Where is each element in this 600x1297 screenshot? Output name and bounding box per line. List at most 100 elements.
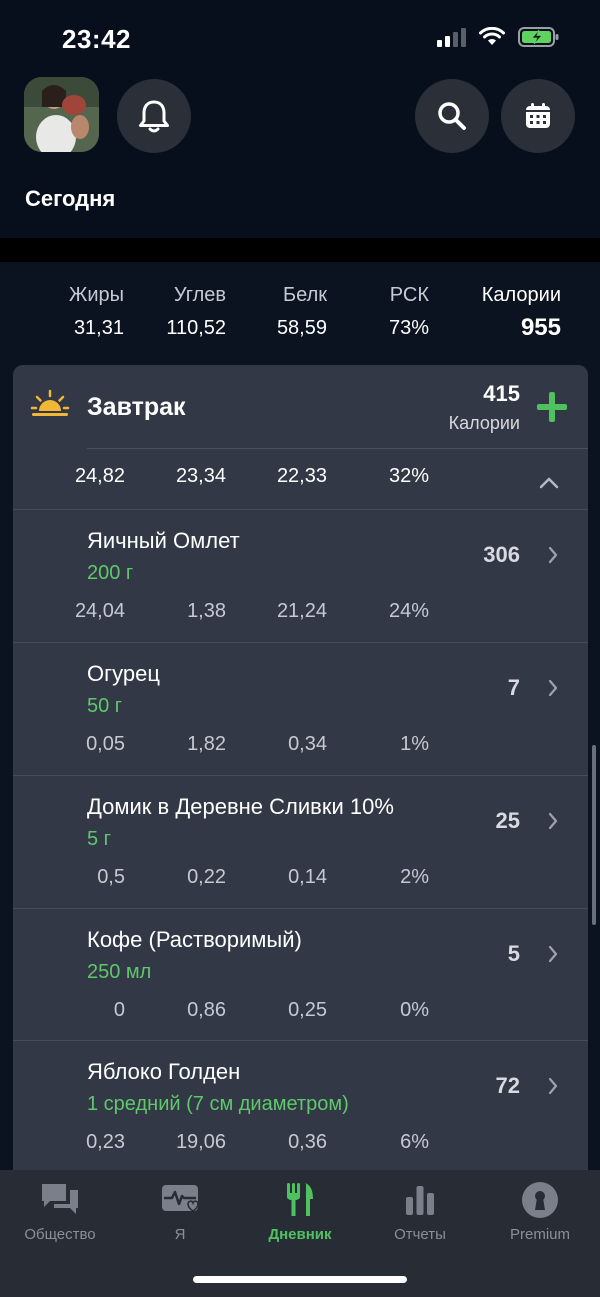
- cellular-signal-icon: [437, 27, 466, 47]
- tab-label: Общество: [24, 1226, 96, 1243]
- food-portion: 1 средний (7 см диаметром): [87, 1093, 349, 1115]
- totals-carbs-value: 110,52: [166, 317, 226, 339]
- food-fat: 0,05: [86, 733, 125, 755]
- food-item[interactable]: Домик в Деревне Сливки 10% 5 г 25 0,5 0,…: [13, 775, 588, 908]
- food-protein: 0,25: [288, 999, 327, 1021]
- header-divider: [0, 238, 600, 262]
- food-rdi: 6%: [400, 1131, 429, 1153]
- keyhole-icon: [520, 1180, 560, 1220]
- food-calories: 306: [483, 542, 520, 567]
- food-fat: 24,04: [74, 600, 125, 622]
- tab-label: Отчеты: [394, 1226, 446, 1243]
- bar-chart-icon: [400, 1180, 440, 1220]
- totals-calories: Калории 955: [441, 284, 561, 342]
- calendar-icon: [526, 103, 550, 128]
- top-header: 23:42 Сегодня: [0, 0, 600, 238]
- food-carbs: 1,38: [187, 600, 226, 622]
- chevron-right-icon: [548, 1077, 558, 1095]
- food-carbs: 0,22: [187, 866, 226, 888]
- bell-icon: [139, 100, 169, 133]
- tab-reports[interactable]: Отчеты: [360, 1170, 480, 1260]
- battery-charging-icon: [518, 26, 560, 48]
- food-protein: 0,36: [288, 1131, 327, 1153]
- chevron-right-icon: [548, 546, 558, 564]
- search-icon: [438, 102, 466, 130]
- food-item[interactable]: Кофе (Растворимый) 250 мл 5 0 0,86 0,25 …: [13, 908, 588, 1041]
- daily-totals: Жиры 31,31 Углев 110,52 Белк 58,59 РСК 7…: [0, 284, 600, 344]
- food-item[interactable]: Яичный Омлет 200 г 306 24,04 1,38 21,24 …: [13, 509, 588, 642]
- add-food-button[interactable]: [536, 391, 568, 423]
- meal-protein: 22,33: [276, 465, 327, 487]
- tab-community[interactable]: Общество: [0, 1170, 120, 1260]
- chevron-right-icon: [548, 812, 558, 830]
- search-button[interactable]: [415, 79, 489, 153]
- food-calories: 25: [495, 808, 520, 833]
- food-carbs: 0,86: [187, 999, 226, 1021]
- food-carbs: 19,06: [175, 1131, 226, 1153]
- meal-calories-label: Калории: [448, 413, 520, 433]
- totals-fat-value: 31,31: [73, 317, 124, 339]
- meal-calories: 415 Калории: [449, 381, 520, 434]
- food-portion: 200 г: [87, 562, 134, 584]
- meal-carbs: 23,34: [175, 465, 226, 487]
- chevron-right-icon: [548, 679, 558, 697]
- food-carbs: 1,82: [187, 733, 226, 755]
- food-name: Домик в Деревне Сливки 10%: [87, 794, 394, 819]
- food-calories: 7: [507, 675, 520, 700]
- food-name: Яичный Омлет: [87, 528, 240, 553]
- tab-diary[interactable]: Дневник: [240, 1170, 360, 1260]
- calendar-button[interactable]: [501, 79, 575, 153]
- wifi-icon: [478, 27, 506, 47]
- food-calories: 72: [495, 1073, 520, 1098]
- home-indicator[interactable]: [193, 1276, 407, 1283]
- food-rdi: 2%: [400, 866, 429, 888]
- totals-fat-label: Жиры: [68, 284, 124, 306]
- food-fat: 0: [113, 999, 125, 1021]
- diary-content[interactable]: Жиры 31,31 Углев 110,52 Белк 58,59 РСК 7…: [0, 262, 600, 1170]
- food-calories: 5: [507, 941, 520, 966]
- status-icons: [437, 26, 560, 48]
- food-fat: 0,23: [86, 1131, 125, 1153]
- food-name: Яблоко Голден: [87, 1059, 241, 1084]
- status-time: 23:42: [62, 24, 131, 54]
- tab-premium[interactable]: Premium: [480, 1170, 600, 1260]
- totals-rdi-value: 73%: [388, 317, 429, 339]
- food-portion: 5 г: [87, 828, 111, 850]
- food-protein: 0,14: [288, 866, 327, 888]
- totals-protein-label: Белк: [282, 284, 327, 306]
- totals-protein: Белк 58,59: [237, 284, 327, 340]
- food-item[interactable]: Огурец 50 г 7 0,05 1,82 0,34 1%: [13, 642, 588, 775]
- meal-title[interactable]: Завтрак: [87, 393, 186, 422]
- totals-fat: Жиры 31,31: [34, 284, 124, 340]
- tab-label: Я: [174, 1226, 186, 1243]
- heart-pulse-icon: [160, 1180, 200, 1220]
- totals-rdi-label: РСК: [389, 284, 429, 306]
- totals-rdi: РСК 73%: [339, 284, 429, 340]
- chevron-right-icon: [548, 945, 558, 963]
- tab-label: Premium: [509, 1226, 570, 1243]
- food-protein: 21,24: [276, 600, 327, 622]
- notifications-button[interactable]: [117, 79, 191, 153]
- totals-protein-value: 58,59: [276, 317, 327, 339]
- food-portion: 50 г: [87, 695, 123, 717]
- food-protein: 0,34: [288, 733, 327, 755]
- tab-me[interactable]: Я: [120, 1170, 240, 1260]
- meal-fat: 24,82: [74, 465, 125, 487]
- tab-label: Дневник: [268, 1226, 332, 1243]
- meal-card-breakfast: Завтрак 415 Калории 24,82 23,34 22,33 32…: [13, 365, 588, 1170]
- totals-carbs-label: Углев: [173, 284, 226, 306]
- fork-knife-icon: [280, 1180, 320, 1220]
- food-rdi: 1%: [400, 733, 429, 755]
- meal-divider: [87, 448, 588, 449]
- totals-carbs: Углев 110,52: [136, 284, 226, 340]
- page-title: Сегодня: [25, 186, 116, 211]
- food-fat: 0,5: [97, 866, 125, 888]
- food-item[interactable]: Яблоко Голден 1 средний (7 см диаметром)…: [13, 1040, 588, 1170]
- food-rdi: 0%: [400, 999, 429, 1021]
- food-portion: 250 мл: [87, 961, 152, 983]
- chat-icon: [40, 1180, 80, 1220]
- scrollbar[interactable]: [592, 745, 596, 925]
- collapse-chevron-icon[interactable]: [539, 477, 559, 489]
- meal-calories-value: 415: [483, 381, 520, 406]
- avatar[interactable]: [24, 77, 99, 152]
